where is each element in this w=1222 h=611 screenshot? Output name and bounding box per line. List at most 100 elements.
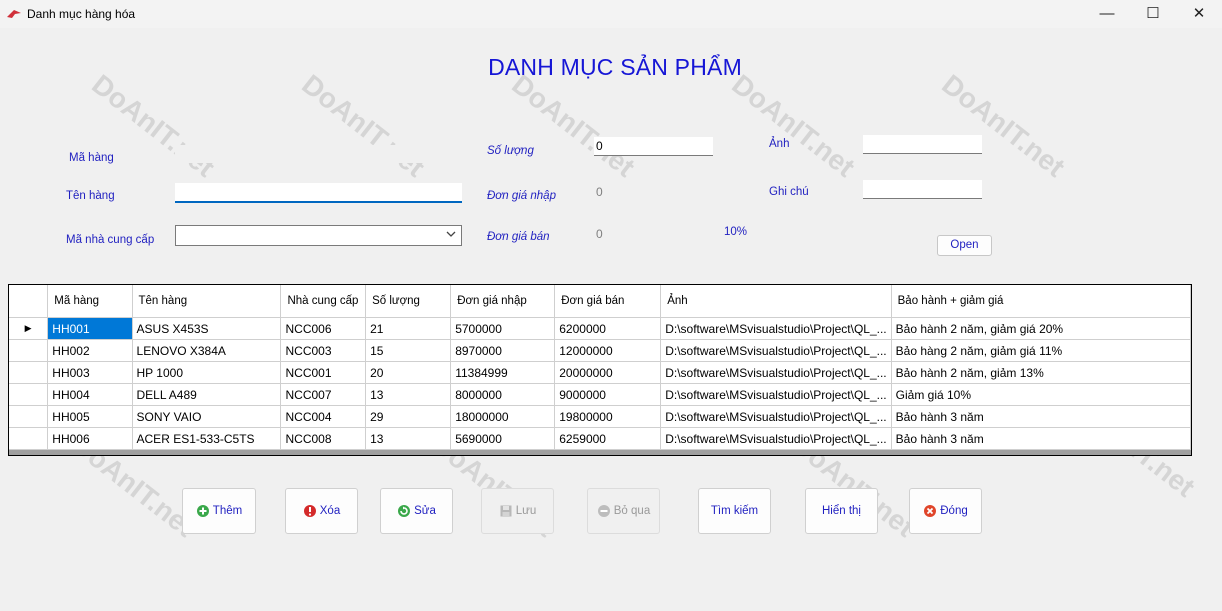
table-row[interactable]: HH004 DELL A489 NCC007 13 8000000 900000… [9,383,1191,406]
table-cell[interactable]: 12000000 [554,339,662,362]
table-cell[interactable]: HH005 [47,405,133,428]
table-cell[interactable]: NCC008 [280,427,367,450]
table-cell[interactable]: NCC004 [280,405,367,428]
column-header[interactable]: Đơn giá nhập [450,285,556,318]
table-cell[interactable]: 19800000 [554,405,662,428]
column-header[interactable]: Nhà cung cấp [280,285,367,318]
search-button[interactable]: Tìm kiếm [698,488,771,534]
minus-circle-icon [597,505,610,517]
show-button[interactable]: Hiển thị [805,488,878,534]
row-selector-icon[interactable]: ▶ [9,317,49,340]
table-cell[interactable]: 8000000 [450,383,556,406]
column-header[interactable]: Ảnh [660,285,892,318]
table-cell[interactable]: HH002 [47,339,133,362]
table-row[interactable]: HH005 SONY VAIO NCC004 29 18000000 19800… [9,405,1191,428]
ma-hang-label: Mã hàng [69,152,114,164]
anh-label: Ảnh [769,138,790,150]
table-cell[interactable]: 5700000 [450,317,556,340]
ghi-chu-input[interactable] [863,180,982,199]
table-cell[interactable]: ASUS X453S [132,317,282,340]
table-cell[interactable]: NCC001 [280,361,367,384]
maximize-button[interactable]: ☐ [1130,0,1176,28]
table-cell[interactable]: D:\software\MSvisualstudio\Project\QL_..… [660,339,892,362]
table-row[interactable]: HH006 ACER ES1-533-C5TS NCC008 13 569000… [9,427,1191,450]
table-cell[interactable]: D:\software\MSvisualstudio\Project\QL_..… [660,427,892,450]
table-cell[interactable]: ACER ES1-533-C5TS [132,427,282,450]
table-cell[interactable]: 29 [365,405,452,428]
table-cell[interactable]: D:\software\MSvisualstudio\Project\QL_..… [660,317,892,340]
table-cell[interactable]: 20000000 [554,361,662,384]
table-cell[interactable]: NCC006 [280,317,367,340]
table-cell[interactable]: Bảo hành 3 năm [891,427,1191,450]
table-cell[interactable]: 5690000 [450,427,556,450]
chevron-down-icon [446,231,456,237]
table-row[interactable]: ▶ HH001 ASUS X453S NCC006 21 5700000 620… [9,317,1191,340]
add-button[interactable]: Thêm [182,488,256,534]
table-cell[interactable]: 21 [365,317,452,340]
table-cell[interactable]: 11384999 [450,361,556,384]
row-selector[interactable] [9,339,49,362]
product-grid[interactable]: Mã hàng Tên hàng Nhà cung cấp Số lượng Đ… [8,284,1192,456]
table-cell[interactable]: HP 1000 [132,361,282,384]
close-button[interactable]: ✕ [1176,0,1222,28]
table-row[interactable]: HH003 HP 1000 NCC001 20 11384999 2000000… [9,361,1191,384]
table-cell[interactable]: HH003 [47,361,133,384]
warning-circle-icon [303,505,316,517]
row-selector[interactable] [9,361,49,384]
table-cell[interactable]: NCC007 [280,383,367,406]
table-cell[interactable]: 9000000 [554,383,662,406]
column-header[interactable]: Đơn giá bán [554,285,662,318]
row-selector[interactable] [9,405,49,428]
table-cell[interactable]: 13 [365,427,452,450]
column-header[interactable]: Tên hàng [132,285,282,318]
table-cell[interactable]: NCC003 [280,339,367,362]
table-cell[interactable]: SONY VAIO [132,405,282,428]
table-row[interactable]: HH002 LENOVO X384A NCC003 15 8970000 120… [9,339,1191,362]
table-cell[interactable]: HH004 [47,383,133,406]
table-header-row: Mã hàng Tên hàng Nhà cung cấp Số lượng Đ… [9,285,1191,318]
anh-input[interactable] [863,135,982,154]
column-header[interactable]: Số lượng [365,285,452,318]
table-cell[interactable]: DELL A489 [132,383,282,406]
ma-ncc-dropdown[interactable] [175,225,462,246]
table-cell[interactable]: D:\software\MSvisualstudio\Project\QL_..… [660,361,892,384]
row-selector[interactable] [9,383,49,406]
table-cell[interactable]: D:\software\MSvisualstudio\Project\QL_..… [660,383,892,406]
watermark-text: DoAnIT.net [506,68,641,183]
don-gia-ban-label: Đơn giá bán [487,231,550,243]
table-cell[interactable]: 15 [365,339,452,362]
table-cell[interactable]: 13 [365,383,452,406]
close-form-button[interactable]: Đóng [909,488,982,534]
don-gia-ban-input[interactable] [594,225,713,243]
table-cell[interactable]: 6200000 [554,317,662,340]
don-gia-nhap-input[interactable] [594,183,713,201]
open-button[interactable]: Open [937,235,992,256]
table-cell[interactable]: Giảm giá 10% [891,383,1191,406]
table-cell[interactable]: 8970000 [450,339,556,362]
table-cell[interactable]: Bảo hành 3 năm [891,405,1191,428]
table-cell[interactable]: 18000000 [450,405,556,428]
so-luong-input[interactable] [594,137,713,156]
minimize-button[interactable]: — [1084,0,1130,28]
column-header[interactable]: Mã hàng [47,285,133,318]
table-cell[interactable]: LENOVO X384A [132,339,282,362]
table-cell[interactable]: HH006 [47,427,133,450]
table-cell[interactable]: HH001 [47,317,133,340]
table-cell[interactable]: Bảo hành 2 năm, giảm giá 20% [891,317,1191,340]
plus-circle-icon [196,505,209,517]
table-cell[interactable]: D:\software\MSvisualstudio\Project\QL_..… [660,405,892,428]
ghi-chu-label: Ghi chú [769,186,809,198]
skip-button[interactable]: Bỏ qua [587,488,660,534]
column-header[interactable]: Bảo hành + giảm giá [891,285,1191,318]
table-cell[interactable]: Bảo hành 2 năm, giảm 13% [891,361,1191,384]
table-cell[interactable]: 6259000 [554,427,662,450]
row-selector[interactable] [9,427,49,450]
watermark-text: DoAnIT.net [936,68,1071,183]
ma-hang-input[interactable] [175,145,462,163]
ten-hang-input[interactable] [175,183,462,203]
edit-button[interactable]: Sửa [380,488,453,534]
save-button[interactable]: Lưu [481,488,554,534]
delete-button[interactable]: Xóa [285,488,358,534]
table-cell[interactable]: 20 [365,361,452,384]
table-cell[interactable]: Bảo hàng 2 năm, giảm giá 11% [891,339,1191,362]
